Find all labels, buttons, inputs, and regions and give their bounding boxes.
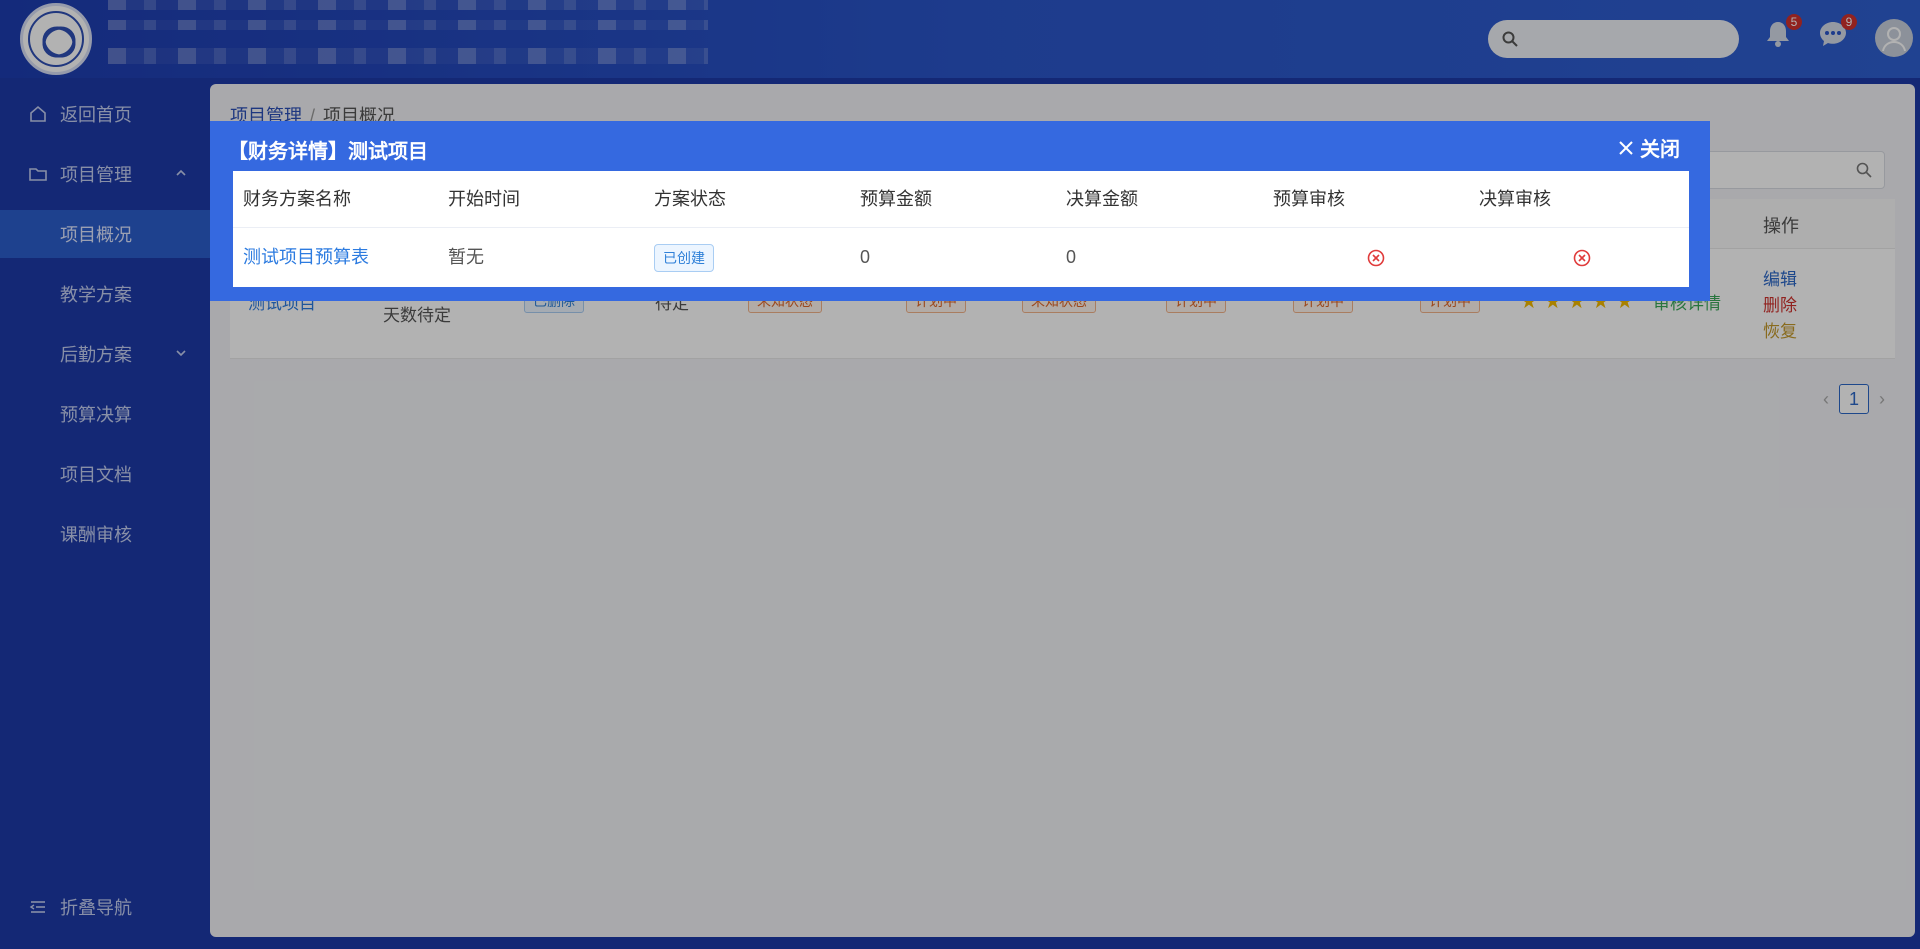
- dialog-close-button[interactable]: 关闭: [1618, 133, 1680, 162]
- column-header-budget-amount: 预算金额: [860, 189, 932, 209]
- plan-status-tag: 已创建: [654, 244, 714, 272]
- dialog-title: 【财务详情】测试项目: [228, 141, 428, 163]
- final-review-rejected-icon: [1573, 249, 1591, 267]
- column-header-final-amount: 决算金额: [1066, 189, 1138, 209]
- budget-review-rejected-icon: [1367, 249, 1385, 267]
- column-header-final-review: 决算审核: [1479, 189, 1551, 209]
- final-amount-value: 0: [1066, 247, 1077, 267]
- close-label: 关闭: [1640, 139, 1680, 161]
- column-header-budget-review: 预算审核: [1273, 189, 1345, 209]
- finance-table: 财务方案名称 开始时间 方案状态 预算金额 决算金额 预算审核 决算审核 测试项…: [233, 171, 1689, 287]
- plan-name-link[interactable]: 测试项目预算表: [243, 228, 369, 286]
- finance-detail-dialog: 【财务详情】测试项目 关闭 财务方案名称 开始时间 方案状态 预算金额 决算金额…: [210, 121, 1710, 301]
- budget-amount-value: 0: [860, 247, 871, 267]
- column-header-plan-name: 财务方案名称: [243, 189, 351, 209]
- close-icon: [1619, 140, 1633, 155]
- start-time-value: 暂无: [448, 247, 484, 267]
- column-header-start-time: 开始时间: [448, 189, 520, 209]
- column-header-plan-status: 方案状态: [654, 189, 726, 209]
